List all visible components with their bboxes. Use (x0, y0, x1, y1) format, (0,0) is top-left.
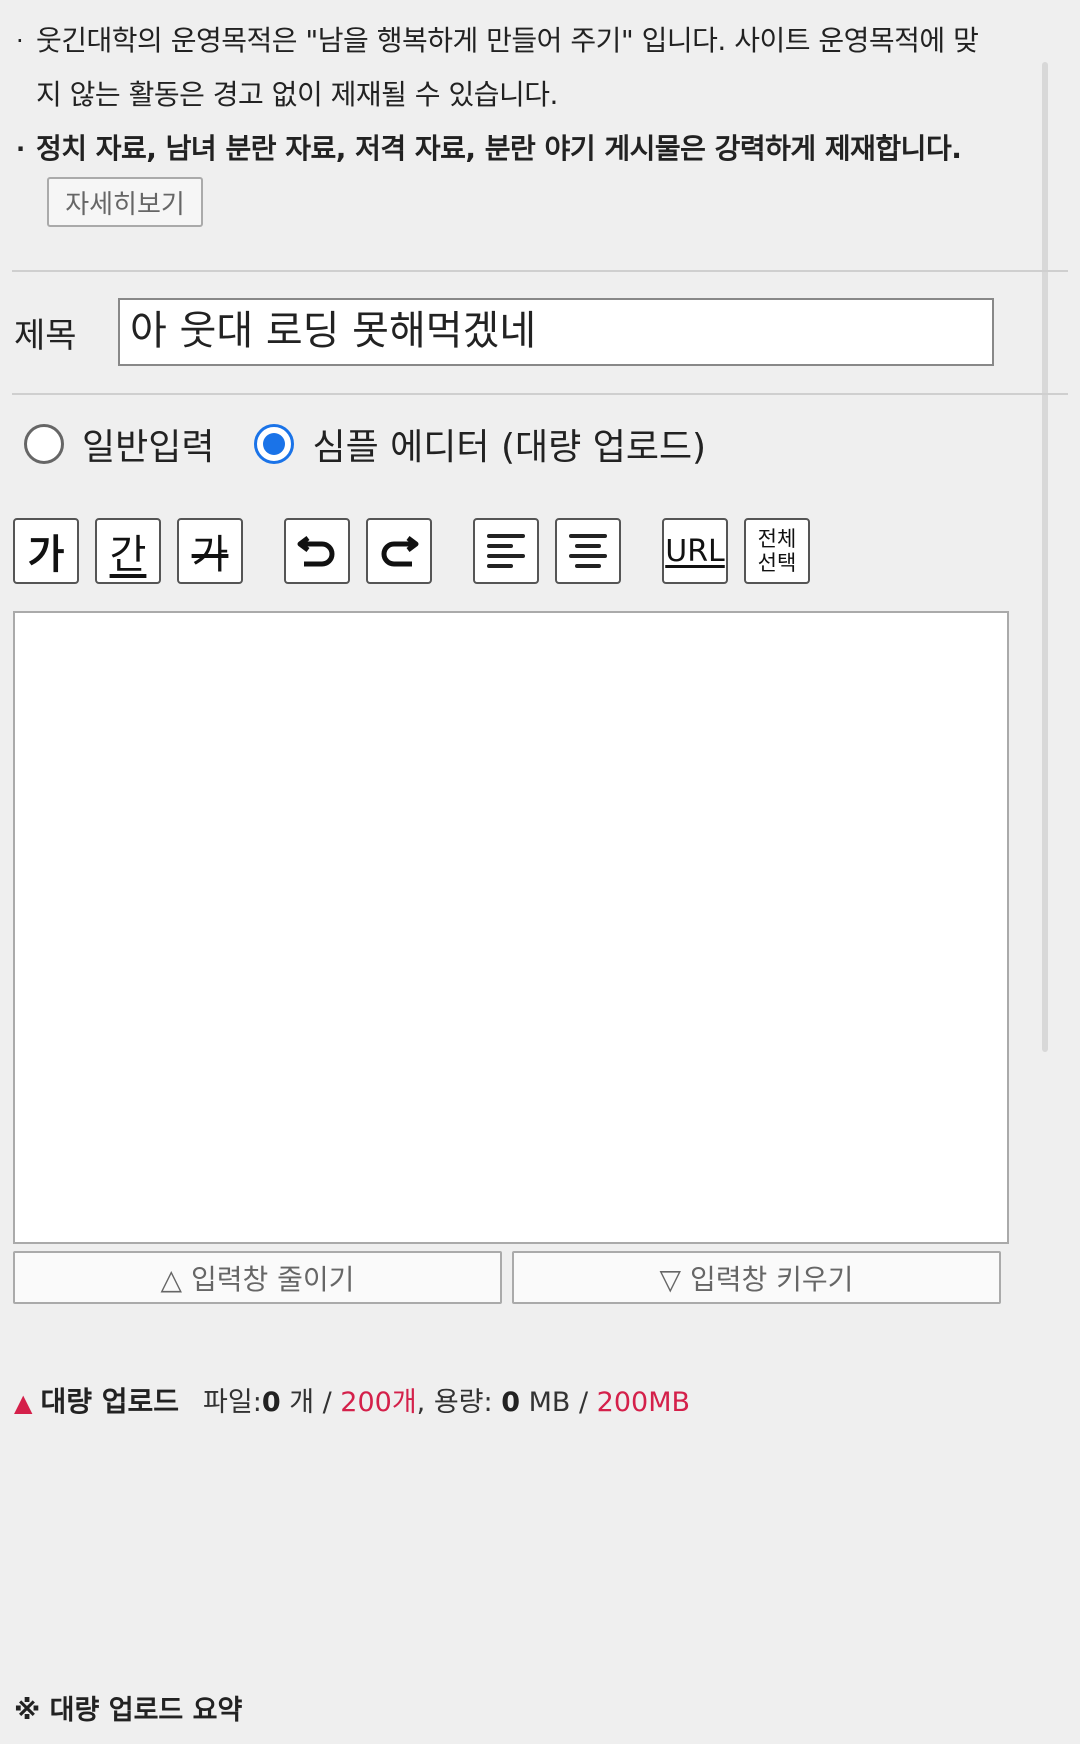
bold-button[interactable]: 가 (13, 518, 79, 584)
bullet: · (16, 135, 25, 163)
divider (12, 270, 1068, 272)
align-left-button[interactable] (473, 518, 539, 584)
notice-text-3: 정치 자료, 남녀 분란 자료, 저격 자료, 분란 야기 게시물은 강력하게 … (36, 132, 962, 165)
notice-line-1: · 웃긴대학의 운영목적은 "남을 행복하게 만들어 주기" 입니다. 사이트 … (14, 14, 1064, 68)
notice-line-3: · 정치 자료, 남녀 분란 자료, 저격 자료, 분란 야기 게시물은 강력하… (14, 122, 1064, 176)
undo-button[interactable] (284, 518, 350, 584)
files-unit: 개 / (280, 1387, 341, 1418)
redo-icon (381, 536, 419, 567)
title-input[interactable]: 아 웃대 로딩 못해먹겠네 (118, 298, 994, 366)
redo-button[interactable] (366, 518, 432, 584)
bulk-upload-status: ▲ 대량 업로드 파일: 0 개 / 200개 , 용량: 0 MB / 200… (14, 1380, 690, 1420)
divider (12, 393, 1068, 395)
detail-button[interactable]: 자세히보기 (47, 177, 203, 227)
shrink-editor-button[interactable]: △ 입력창 줄이기 (13, 1251, 502, 1304)
editor-mode-group: 일반입력 심플 에디터 (대량 업로드) (24, 418, 706, 470)
underline-icon: 간 (109, 532, 147, 578)
radio-label-simple: 심플 에디터 (대량 업로드) (312, 427, 707, 468)
title-label: 제목 (14, 316, 77, 356)
upload-summary-title: ※ 대량 업로드 요약 (14, 1695, 243, 1726)
content-editor[interactable] (13, 611, 1009, 1244)
underline-button[interactable]: 간 (95, 518, 161, 584)
bold-icon: 가 (27, 532, 65, 578)
notice-box: · 웃긴대학의 운영목적은 "남을 행복하게 만들어 주기" 입니다. 사이트 … (14, 14, 1064, 176)
select-all-label-2: 선택 (757, 551, 797, 575)
collapse-triangle-icon[interactable]: ▲ (14, 1389, 32, 1417)
files-count: 0 (261, 1387, 281, 1418)
notice-text-2: 지 않는 활동은 경고 없이 제재될 수 있습니다. (36, 78, 558, 111)
select-all-label-1: 전체 (757, 527, 797, 551)
bulk-upload-title[interactable]: 대량 업로드 (40, 1380, 179, 1420)
link-icon: URL (665, 533, 725, 569)
scrollbar[interactable] (1042, 62, 1048, 1052)
size-label: , 용량: (416, 1387, 502, 1418)
size-value: 0 (501, 1387, 520, 1418)
undo-icon (297, 536, 335, 567)
align-center-button[interactable] (555, 518, 621, 584)
strikethrough-icon: 가 (191, 532, 229, 578)
files-label: 파일: (203, 1387, 262, 1418)
align-left-icon (487, 534, 525, 568)
size-unit: MB / (520, 1387, 597, 1418)
align-center-icon (569, 534, 607, 568)
url-button[interactable]: URL (662, 518, 728, 584)
select-all-button[interactable]: 전체 선택 (744, 518, 810, 584)
files-max: 200개 (340, 1387, 417, 1418)
size-max: 200MB (596, 1387, 691, 1418)
radio-label-plain: 일반입력 (82, 427, 215, 468)
radio-simple-editor[interactable] (254, 424, 295, 464)
notice-text-1: 웃긴대학의 운영목적은 "남을 행복하게 만들어 주기" 입니다. 사이트 운영… (36, 24, 979, 57)
notice-line-2: 지 않는 활동은 경고 없이 제재될 수 있습니다. (14, 68, 1064, 122)
grow-editor-button[interactable]: ▽ 입력창 키우기 (512, 1251, 1001, 1304)
radio-plain-input[interactable] (24, 424, 64, 464)
strikethrough-button[interactable]: 가 (177, 518, 243, 584)
bullet: · (16, 27, 24, 55)
